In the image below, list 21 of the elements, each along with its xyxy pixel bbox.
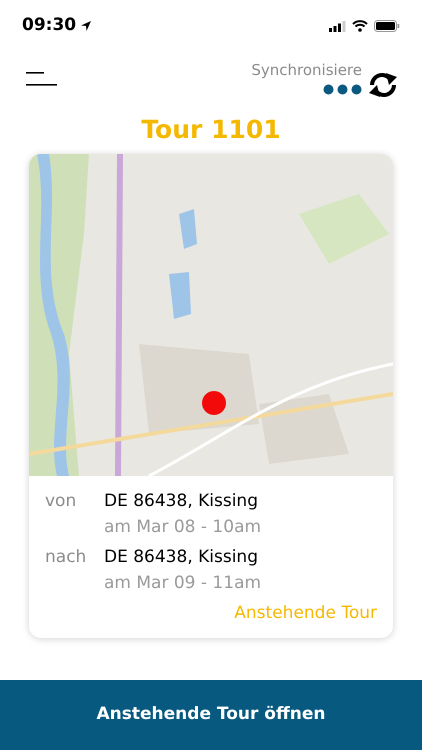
signal-icon [329,20,346,32]
sync-button[interactable] [368,72,398,98]
tour-status: Anstehende Tour [234,602,377,625]
map-marker [202,391,226,415]
stop-address: DE 86438, Kissing [104,546,259,569]
battery-icon [374,20,400,32]
wifi-icon [352,20,368,32]
stop-label: von [45,490,78,513]
stop-address: DE 86438, Kissing [104,490,259,513]
stop-label: nach [45,546,88,569]
tour-title: Tour 1101 [141,116,281,146]
sync-status-text: Synchronisiere [251,60,362,80]
stop-time: am Mar 09 - 11am [104,572,262,595]
menu-button[interactable] [26,72,58,86]
menu-icon [26,72,58,86]
status-time: 09:30 [22,14,76,38]
sync-icon [368,72,398,98]
loading-dots-icon [323,84,362,95]
location-arrow-icon [80,20,92,32]
open-tour-button[interactable]: Anstehende Tour öffnen [0,680,422,750]
stop-time: am Mar 08 - 10am [104,516,262,539]
